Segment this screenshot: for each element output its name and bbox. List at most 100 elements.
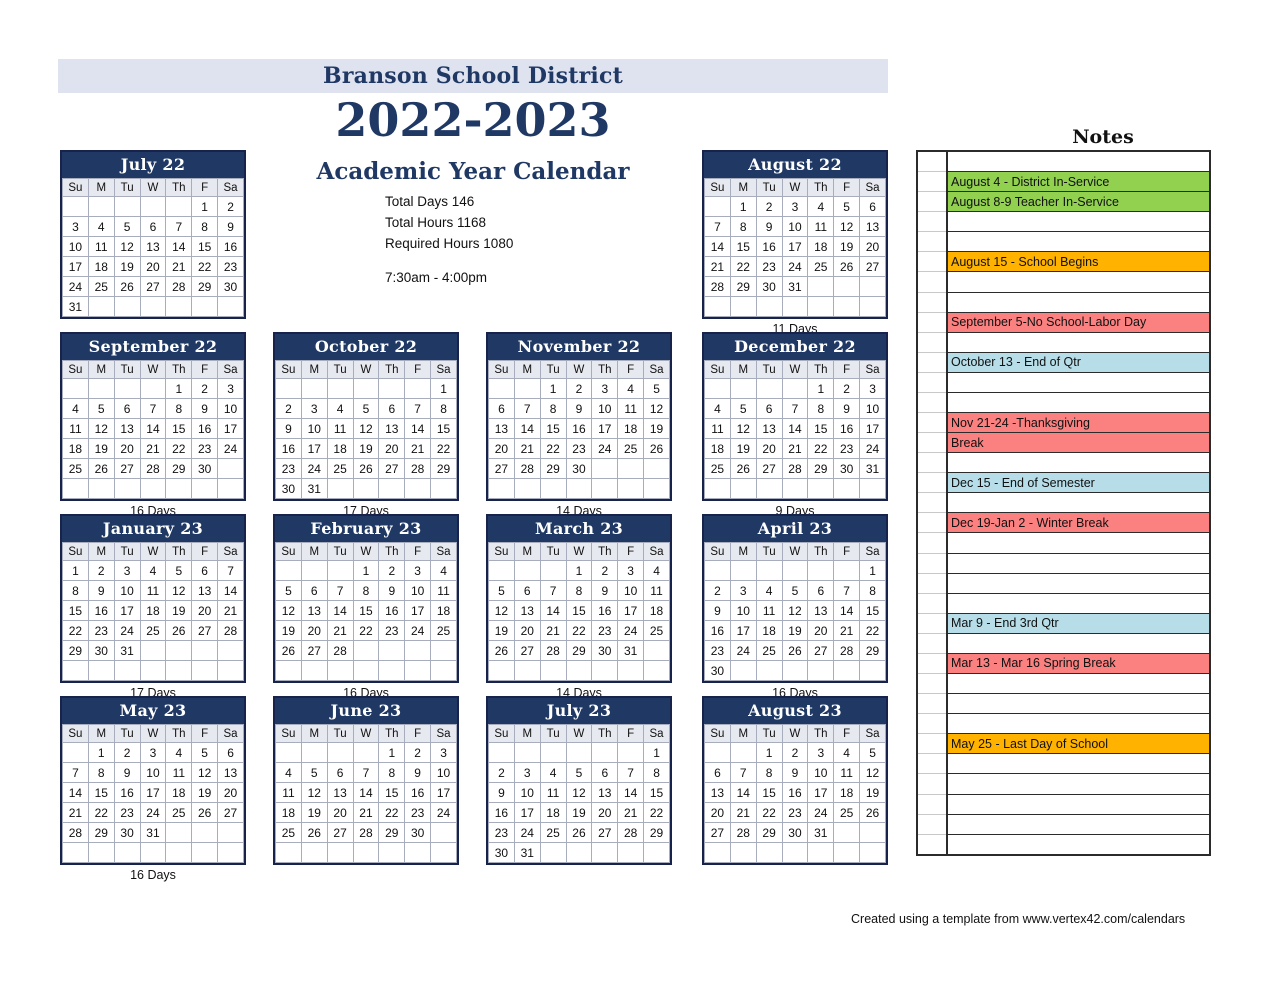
day-cell[interactable]: 23 [781,802,809,823]
note-row[interactable] [948,574,1209,594]
day-cell[interactable]: 26 [859,802,886,823]
day-cell[interactable]: 29 [62,640,89,661]
day-cell[interactable]: 11 [755,600,783,621]
day-cell[interactable]: 15 [62,600,89,621]
day-cell[interactable]: 11 [643,580,670,601]
day-cell[interactable]: 16 [191,418,219,439]
day-cell[interactable]: 15 [643,782,670,803]
day-cell[interactable]: 24 [729,640,757,661]
day-cell[interactable]: 4 [139,560,167,581]
day-cell[interactable]: 21 [352,802,380,823]
day-cell[interactable]: 3 [617,560,645,581]
day-cell[interactable]: 19 [833,236,861,257]
day-cell[interactable]: 11 [833,762,861,783]
day-cell[interactable]: 4 [275,762,302,783]
day-cell[interactable]: 7 [62,762,89,783]
day-cell[interactable]: 25 [139,620,167,641]
day-cell[interactable]: 9 [565,398,593,419]
day-cell[interactable]: 22 [378,802,406,823]
day-cell[interactable]: 16 [833,418,861,439]
day-cell[interactable]: 31 [300,478,328,499]
day-cell[interactable]: 26 [191,802,219,823]
day-cell[interactable]: 25 [807,256,835,277]
day-cell[interactable]: 16 [781,782,809,803]
day-cell[interactable]: 4 [165,742,193,763]
day-cell[interactable]: 1 [859,560,886,581]
day-cell[interactable]: 20 [113,438,141,459]
day-cell[interactable]: 15 [165,418,193,439]
day-cell[interactable]: 29 [859,640,886,661]
day-cell[interactable]: 6 [139,216,167,237]
day-cell[interactable]: 10 [404,580,432,601]
day-cell[interactable]: 17 [617,600,645,621]
day-cell[interactable]: 10 [807,762,835,783]
day-cell[interactable]: 12 [565,782,593,803]
note-row[interactable]: Mar 13 - Mar 16 Spring Break [948,653,1209,675]
day-cell[interactable]: 18 [755,620,783,641]
day-cell[interactable]: 24 [617,620,645,641]
note-row[interactable] [948,554,1209,574]
day-cell[interactable]: 12 [729,418,757,439]
day-cell[interactable]: 16 [488,802,515,823]
day-cell[interactable]: 1 [62,560,89,581]
day-cell[interactable]: 22 [643,802,670,823]
day-cell[interactable]: 14 [62,782,89,803]
day-cell[interactable]: 22 [859,620,886,641]
day-cell[interactable]: 27 [591,822,619,843]
day-cell[interactable]: 3 [217,378,244,399]
day-cell[interactable]: 29 [755,822,783,843]
day-cell[interactable]: 23 [217,256,244,277]
note-row[interactable]: Nov 21-24 -Thanksgiving [948,413,1209,434]
day-cell[interactable]: 8 [807,398,835,419]
day-cell[interactable]: 29 [807,458,835,479]
day-cell[interactable]: 24 [591,438,619,459]
day-cell[interactable]: 10 [729,600,757,621]
day-cell[interactable]: 14 [217,580,244,601]
note-row[interactable] [948,293,1209,313]
day-cell[interactable]: 25 [326,458,354,479]
day-cell[interactable]: 7 [139,398,167,419]
day-cell[interactable]: 24 [300,458,328,479]
day-cell[interactable]: 15 [539,418,567,439]
day-cell[interactable]: 25 [275,822,302,843]
day-cell[interactable]: 18 [139,600,167,621]
day-cell[interactable]: 6 [378,398,406,419]
day-cell[interactable]: 27 [488,458,515,479]
day-cell[interactable]: 9 [275,418,302,439]
day-cell[interactable]: 9 [833,398,861,419]
day-cell[interactable]: 6 [591,762,619,783]
day-cell[interactable]: 7 [539,580,567,601]
day-cell[interactable]: 28 [217,620,244,641]
day-cell[interactable]: 31 [113,640,141,661]
day-cell[interactable]: 2 [191,378,219,399]
day-cell[interactable]: 7 [704,216,731,237]
day-cell[interactable]: 20 [378,438,406,459]
day-cell[interactable]: 8 [430,398,457,419]
day-cell[interactable]: 5 [781,580,809,601]
day-cell[interactable]: 24 [139,802,167,823]
day-cell[interactable]: 19 [729,438,757,459]
day-cell[interactable]: 22 [539,438,567,459]
day-cell[interactable]: 3 [113,560,141,581]
day-cell[interactable]: 18 [165,782,193,803]
day-cell[interactable]: 11 [62,418,89,439]
day-cell[interactable]: 15 [87,782,115,803]
day-cell[interactable]: 27 [859,256,886,277]
day-cell[interactable]: 12 [833,216,861,237]
day-cell[interactable]: 14 [729,782,757,803]
day-cell[interactable]: 14 [326,600,354,621]
day-cell[interactable]: 27 [113,458,141,479]
day-cell[interactable]: 22 [729,256,757,277]
day-cell[interactable]: 11 [430,580,457,601]
day-cell[interactable]: 4 [807,196,835,217]
day-cell[interactable]: 21 [404,438,432,459]
day-cell[interactable]: 1 [565,560,593,581]
day-cell[interactable]: 27 [300,640,328,661]
day-cell[interactable]: 23 [704,640,731,661]
day-cell[interactable]: 8 [729,216,757,237]
day-cell[interactable]: 27 [326,822,354,843]
note-row[interactable]: Mar 9 - End 3rd Qtr [948,613,1209,634]
day-cell[interactable]: 8 [165,398,193,419]
day-cell[interactable]: 3 [62,216,89,237]
day-cell[interactable]: 19 [352,438,380,459]
